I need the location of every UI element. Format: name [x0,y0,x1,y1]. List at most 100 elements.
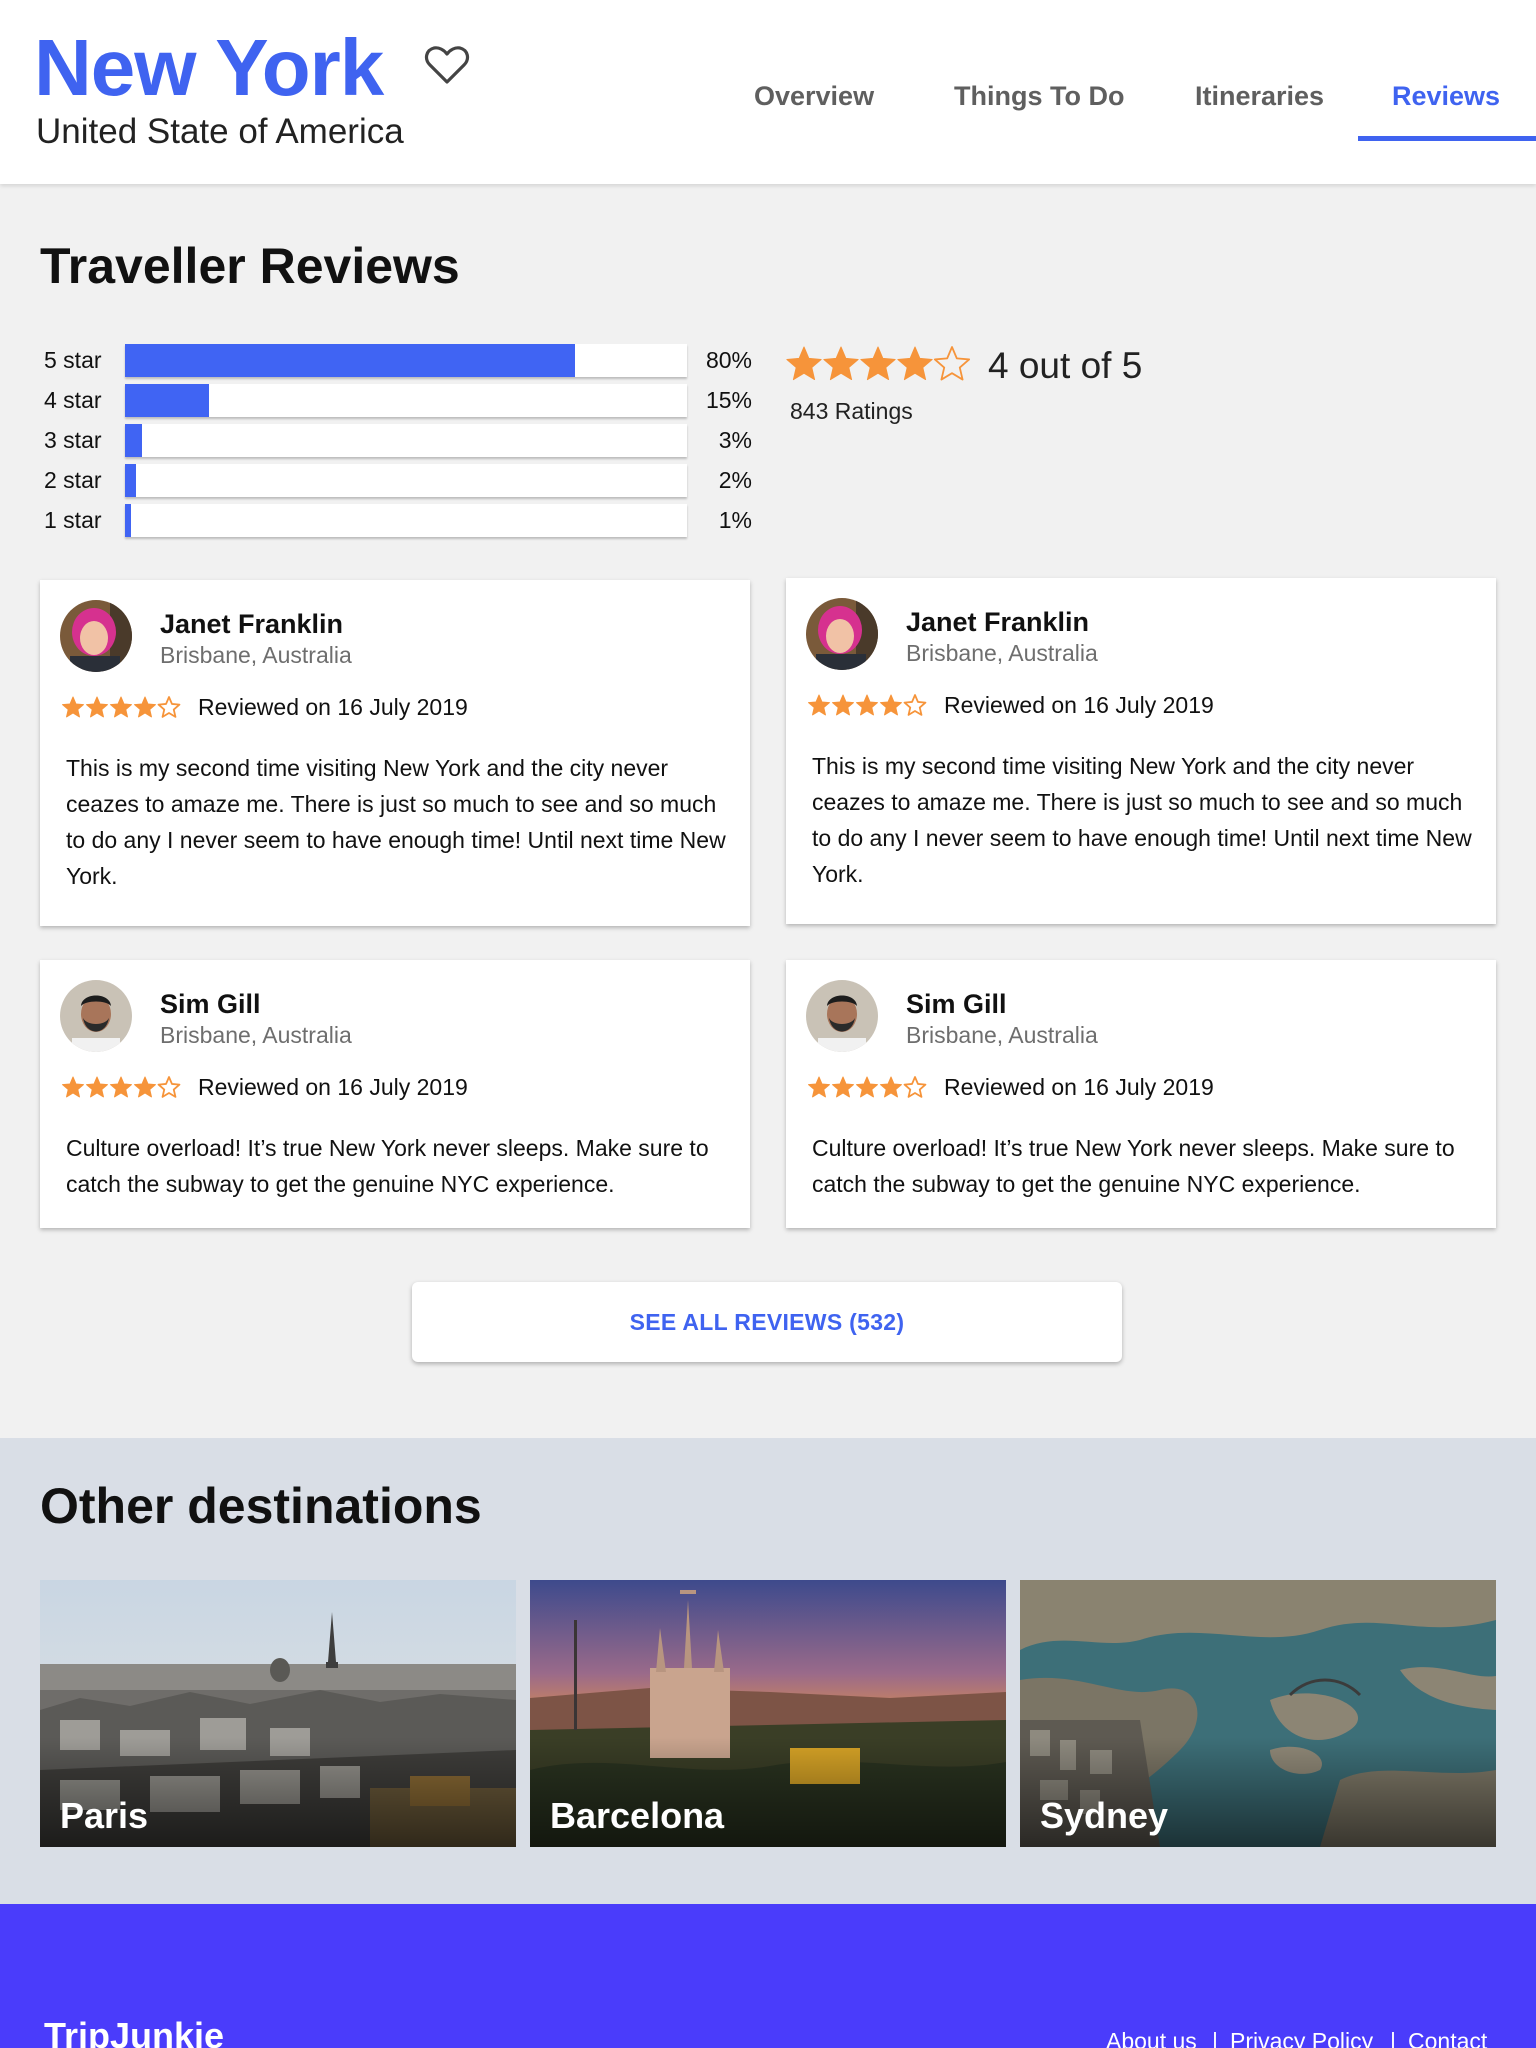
rating-bar-fill [125,384,210,417]
rating-bar-fill [125,344,575,377]
reviewer-location: Brisbane, Australia [160,642,352,668]
star-filled-icon [62,1076,84,1098]
rating-bar-label: 3 star [44,427,102,453]
ratings-count: 843 Ratings [790,398,913,424]
review-date: Reviewed on 16 July 2019 [198,1074,468,1100]
star-outline-icon [157,696,181,718]
rating-bar [125,344,687,377]
reviewer-name: Janet Franklin [906,607,1090,637]
overall-rating-text: 4 out of 5 [988,345,1143,386]
rating-bar-label: 5 star [44,347,102,373]
rating-bar [125,424,687,457]
star-filled-icon [786,346,822,381]
star-filled-icon [880,1076,902,1098]
rating-bar-label: 4 star [44,387,102,413]
reviewer-name: Janet Franklin [160,609,344,639]
footer-separator: | [1390,2028,1396,2048]
reviewer-name: Sim Gill [906,989,1007,1019]
star-filled-icon [110,1076,132,1098]
review-date: Reviewed on 16 July 2019 [944,1074,1214,1100]
reviewer-location: Brisbane, Australia [160,1022,352,1048]
star-filled-icon [856,1076,878,1098]
footer-link-about[interactable]: About us [1106,2026,1197,2048]
star-filled-icon [897,346,933,381]
rating-bar-percent: 1% [718,507,752,533]
review-card: Sim Gill Brisbane, Australia Reviewed on… [40,960,750,1228]
tab-itineraries[interactable]: Itineraries [1195,78,1324,122]
reviewer-name: Sim Gill [160,989,261,1019]
rating-bar-percent: 2% [718,467,752,493]
review-card: Janet Franklin Brisbane, Australia Revie… [40,580,750,926]
star-outline-icon [903,1076,927,1098]
footer-separator: | [1212,2028,1218,2048]
star-filled-icon [86,696,108,718]
female-avatar [60,600,132,672]
footer-link-contact[interactable]: Contact [1408,2026,1487,2048]
review-body: This is my second time visiting New York… [66,755,726,889]
rating-bar-percent: 15% [705,387,752,413]
destination-card-barcelona[interactable]: Barcelona [530,1580,1006,1847]
review-body: Culture overload! It’s true New York nev… [66,1135,709,1197]
rating-bar-label: 2 star [44,467,102,493]
reviewer-location: Brisbane, Australia [906,640,1098,666]
rating-bar-fill [125,504,131,537]
review-rating-stars [808,1076,927,1098]
star-outline-icon [933,346,970,381]
destination-name: Sydney [1040,1795,1169,1836]
rating-bar-label: 1 star [44,507,102,533]
destination-name: Barcelona [550,1795,725,1836]
star-filled-icon [134,1076,156,1098]
tab-things-to-do[interactable]: Things To Do [954,78,1124,122]
review-date: Reviewed on 16 July 2019 [198,694,468,720]
brand-logo[interactable]: TripJunkie [44,2014,224,2048]
review-rating-stars [62,1076,181,1098]
rating-bar-fill [125,424,142,457]
site-header: New York United State of America Overvie… [0,0,1536,184]
review-rating-stars [808,694,927,716]
star-outline-icon [157,1076,181,1098]
rating-bar-percent: 3% [718,427,752,453]
star-filled-icon [880,694,902,716]
star-filled-icon [832,1076,854,1098]
review-date: Reviewed on 16 July 2019 [944,692,1214,718]
star-filled-icon [860,346,896,381]
destination-card-paris[interactable]: Paris [40,1580,516,1847]
tab-overview[interactable]: Overview [754,78,874,122]
star-filled-icon [134,696,156,718]
star-filled-icon [808,1076,830,1098]
rating-bar-fill [125,464,137,497]
page-subtitle: United State of America [36,112,404,151]
male-avatar [60,980,132,1052]
see-all-reviews-button[interactable]: SEE ALL REVIEWS (532) [412,1282,1122,1362]
star-filled-icon [86,1076,108,1098]
rating-bar-percent: 80% [705,347,752,373]
destination-name: Paris [60,1795,149,1836]
review-rating-stars [62,696,181,718]
star-filled-icon [110,696,132,718]
heart-outline-icon[interactable] [424,44,470,86]
active-tab-indicator [1358,136,1536,141]
rating-bar [125,384,687,417]
review-card: Sim Gill Brisbane, Australia Reviewed on… [786,960,1496,1228]
star-filled-icon [62,696,84,718]
site-footer: TripJunkie About us | Privacy Policy | C… [0,1904,1536,2048]
destinations-section-title: Other destinations [40,1478,482,1534]
overall-rating-stars [786,346,970,381]
star-filled-icon [832,694,854,716]
page-title: New York [34,23,384,112]
review-body: Culture overload! It’s true New York nev… [812,1135,1455,1197]
rating-bar [125,504,687,537]
rating-bar [125,464,687,497]
star-filled-icon [856,694,878,716]
male-avatar [806,980,878,1052]
tab-reviews[interactable]: Reviews [1392,78,1500,122]
review-body: This is my second time visiting New York… [812,753,1472,887]
star-outline-icon [903,694,927,716]
destination-card-sydney[interactable]: Sydney [1020,1580,1496,1847]
star-filled-icon [808,694,830,716]
star-filled-icon [823,346,859,381]
reviews-section-title: Traveller Reviews [40,238,460,294]
reviewer-location: Brisbane, Australia [906,1022,1098,1048]
footer-link-privacy[interactable]: Privacy Policy [1230,2026,1373,2048]
female-avatar [806,598,878,670]
